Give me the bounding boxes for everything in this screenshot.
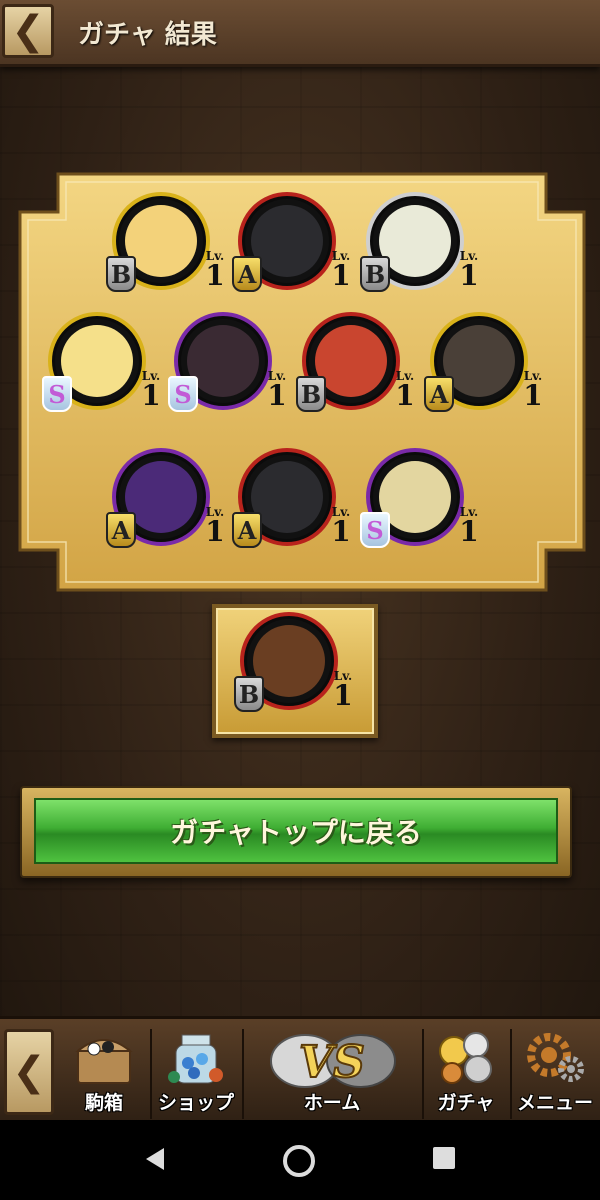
level-indicator: Lv. 1: [395, 369, 415, 412]
level-indicator: Lv. 1: [331, 249, 351, 292]
level-indicator: Lv. 1: [523, 369, 543, 412]
unit-card[interactable]: A Lv. 1: [232, 448, 352, 552]
nav-label: ホーム: [303, 1092, 361, 1114]
back-to-gacha-top-button[interactable]: ガチャトップに戻る: [34, 798, 558, 864]
header-back-button[interactable]: ❮: [2, 4, 54, 58]
level-indicator: Lv. 1: [205, 505, 225, 548]
jar-of-orbs-icon: [168, 1034, 223, 1084]
nav-label: 駒箱: [84, 1092, 123, 1114]
gears-icon: [527, 1033, 584, 1082]
unit-card[interactable]: A Lv. 1: [232, 192, 352, 296]
unit-card[interactable]: A Lv. 1: [106, 448, 226, 552]
level-indicator: Lv. 1: [459, 249, 479, 292]
rank-badge: S: [360, 512, 390, 548]
unit-card[interactable]: B Lv. 1: [234, 612, 354, 716]
recents-square-icon[interactable]: [430, 1144, 458, 1172]
nav-item-gacha[interactable]: ガチャ: [424, 1023, 508, 1119]
bonus-unit-panel: B Lv. 1: [212, 604, 378, 738]
chevron-left-icon: ❮: [11, 8, 45, 54]
rank-badge: A: [424, 376, 454, 412]
bottom-nav: ❮ 駒箱 ショップ VS ホーム ガチャ メニュー: [0, 1016, 600, 1123]
nav-item-box[interactable]: 駒箱: [60, 1023, 148, 1119]
nav-label: ガチャ: [437, 1092, 495, 1114]
level-indicator: Lv. 1: [459, 505, 479, 548]
back-triangle-icon[interactable]: [140, 1144, 170, 1174]
rank-badge: B: [296, 376, 326, 412]
rank-badge: S: [168, 376, 198, 412]
coins-icon: [439, 1032, 492, 1084]
rank-badge: S: [42, 376, 72, 412]
svg-text:VS: VS: [299, 1037, 365, 1088]
system-nav-bar: [0, 1120, 600, 1200]
level-indicator: Lv. 1: [267, 369, 287, 412]
nav-item-menu[interactable]: メニュー: [512, 1023, 598, 1119]
rank-badge: A: [106, 512, 136, 548]
nav-label: メニュー: [516, 1092, 593, 1114]
home-circle-icon[interactable]: [282, 1144, 316, 1178]
results-panel: B Lv. 1 A Lv. 1 B Lv. 1 S Lv. 1 S Lv. 1 B Lv.…: [18, 172, 586, 592]
unit-card[interactable]: A Lv. 1: [424, 312, 544, 416]
header-bar: ❮ ガチャ 結果: [0, 0, 600, 67]
unit-card[interactable]: B Lv. 1: [360, 192, 480, 296]
rank-badge: B: [234, 676, 264, 712]
rank-badge: A: [232, 256, 262, 292]
level-indicator: Lv. 1: [331, 505, 351, 548]
level-indicator: Lv. 1: [333, 669, 353, 712]
nav-label: ショップ: [157, 1092, 234, 1114]
rank-badge: B: [106, 256, 136, 292]
nav-item-home[interactable]: VS ホーム: [244, 1023, 420, 1119]
rank-badge: A: [232, 512, 262, 548]
level-indicator: Lv. 1: [141, 369, 161, 412]
unit-card[interactable]: B Lv. 1: [106, 192, 226, 296]
unit-card[interactable]: S Lv. 1: [360, 448, 480, 552]
page-title: ガチャ 結果: [78, 20, 217, 50]
treasure-chest-icon: [75, 1039, 133, 1084]
nav-item-shop[interactable]: ショップ: [152, 1023, 240, 1119]
vs-emblem-icon: VS: [270, 1034, 396, 1089]
nav-back-button[interactable]: ❮: [4, 1029, 54, 1115]
rank-badge: B: [360, 256, 390, 292]
return-button-frame: ガチャトップに戻る: [20, 786, 572, 878]
unit-card[interactable]: S Lv. 1: [42, 312, 162, 416]
unit-card[interactable]: S Lv. 1: [168, 312, 288, 416]
chevron-left-icon: ❮: [12, 1049, 46, 1095]
unit-card[interactable]: B Lv. 1: [296, 312, 416, 416]
level-indicator: Lv. 1: [205, 249, 225, 292]
